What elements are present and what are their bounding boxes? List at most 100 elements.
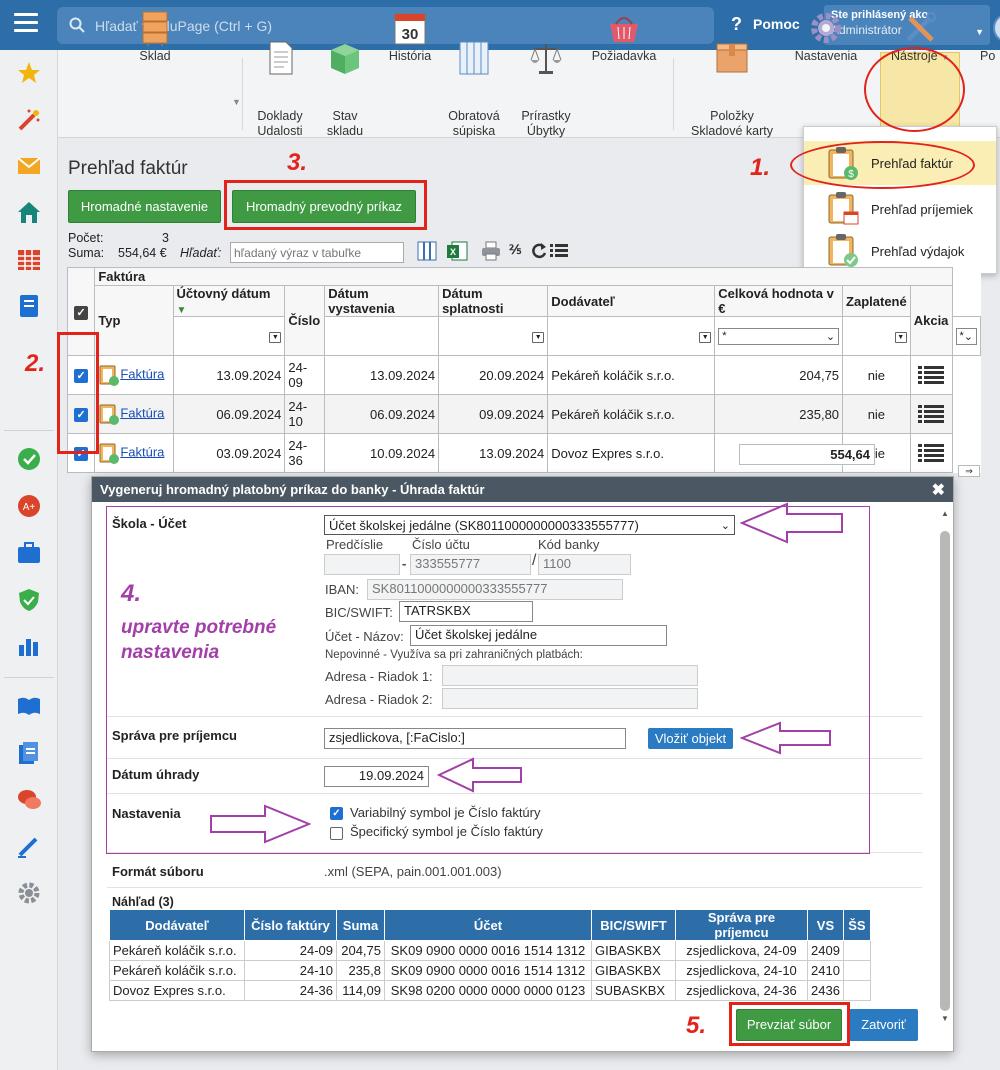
col-zaplatene[interactable]: Zaplatené [842, 285, 911, 317]
col-akcia: Akcia [909, 285, 953, 356]
fraction-icon[interactable]: ⅖ [509, 242, 522, 258]
close-icon[interactable]: ✖ [932, 480, 945, 500]
action-menu-icon[interactable] [917, 443, 945, 463]
toolbar-stav[interactable]: Stav skladu [317, 6, 373, 154]
action-cell[interactable] [909, 394, 953, 434]
close-button[interactable]: Zatvoriť [849, 1009, 918, 1041]
table-row[interactable]: ✓ Faktúra 06.09.2024 24-10 06.09.2024 09… [66, 394, 981, 434]
documents-icon[interactable] [16, 740, 42, 766]
annotation-ellipse-menu [790, 141, 975, 189]
columns-icon[interactable] [416, 240, 438, 262]
list-icon[interactable] [550, 243, 568, 259]
supplier-filter-select[interactable]: * ⌄ [718, 327, 840, 345]
magic-wand-icon[interactable] [16, 107, 42, 133]
col-cislo[interactable]: Číslo [284, 285, 326, 356]
preview-cell: Dovoz Expres s.r.o. [109, 980, 245, 1001]
briefcase-icon[interactable] [16, 540, 42, 566]
toolbar-label: História [388, 49, 432, 63]
col-datum-vystavenia[interactable]: Dátum vystavenia [324, 285, 440, 317]
table-row[interactable]: ✓ Faktúra 13.09.2024 24-09 13.09.2024 20… [66, 355, 981, 395]
type-cell[interactable]: Faktúra [94, 433, 174, 473]
toolbar-sklad[interactable]: Sklad [126, 6, 184, 64]
action-cell[interactable] [909, 433, 953, 473]
expand-icon[interactable]: ⇒ [958, 465, 980, 477]
refresh-icon[interactable] [531, 242, 547, 260]
annotation-settings-frame [106, 506, 870, 854]
invoice-link[interactable]: Faktúra [120, 405, 164, 420]
home-icon[interactable] [16, 200, 42, 226]
invoice-link[interactable]: Faktúra [120, 444, 164, 459]
filter-icon[interactable]: ▼ [269, 331, 282, 343]
filter-cell[interactable]: ▼ [842, 316, 911, 356]
filter-icon[interactable]: ▼ [532, 331, 545, 343]
toolbar-obratova[interactable]: Obratová súpiska [443, 6, 505, 154]
type-cell[interactable]: Faktúra [94, 355, 174, 395]
pen-icon[interactable] [16, 833, 42, 859]
shield-icon[interactable] [16, 587, 42, 613]
timetable-icon[interactable] [16, 247, 42, 273]
toolbar-nastavenia[interactable]: Nastavenia [788, 6, 864, 64]
filter-cell[interactable]: * ⌄ [951, 316, 981, 356]
scrollbar-thumb[interactable] [940, 531, 950, 1011]
toolbar-polozky[interactable]: Položky Skladové karty [684, 6, 780, 154]
paid-filter-select[interactable]: * ⌄ [955, 327, 977, 345]
col-celkova-hodnota[interactable]: Celková hodnota v € [714, 285, 844, 317]
gear-icon[interactable] [16, 880, 42, 906]
action-cell[interactable] [909, 355, 953, 395]
preview-cell: Pekáreň koláčik s.r.o. [109, 960, 245, 981]
hamburger-menu-icon[interactable] [14, 13, 38, 35]
due-date-cell: 09.09.2024 [438, 394, 549, 434]
mail-icon[interactable] [16, 153, 42, 179]
preview-cell: zsjedlickova, 24-09 [675, 940, 808, 961]
select-all-checkbox[interactable]: ✓ [74, 305, 89, 320]
table-search-input[interactable] [230, 242, 404, 263]
action-menu-icon[interactable] [917, 404, 945, 424]
tools-icon [902, 10, 938, 46]
filter-icon[interactable]: ▼ [894, 331, 907, 343]
dialog-scrollbar[interactable]: ▲ ▼ [940, 509, 950, 1023]
scroll-up-icon[interactable]: ▲ [941, 509, 949, 518]
type-cell[interactable]: Faktúra [94, 394, 174, 434]
preview-table: Dodávateľ Číslo faktúry Suma Účet BIC/SW… [109, 909, 871, 1001]
boxes-icon [137, 10, 173, 46]
scroll-down-icon[interactable]: ▼ [941, 1014, 949, 1023]
chat-icon[interactable] [16, 787, 42, 813]
document-icon [262, 40, 298, 76]
filter-cell[interactable]: ▼ [172, 316, 286, 356]
filter-icon[interactable]: ▼ [699, 331, 712, 343]
action-menu-icon[interactable] [917, 365, 945, 385]
filter-cell[interactable]: * ⌄ [714, 316, 844, 356]
col-dodavatel[interactable]: Dodávateľ [547, 285, 716, 317]
toolbar-partial[interactable]: Po [972, 6, 1000, 64]
toolbar-historia[interactable]: 30 História [380, 6, 440, 64]
chevron-down-icon[interactable]: ▼ [232, 97, 241, 107]
book-icon[interactable] [16, 693, 42, 719]
filter-cell[interactable]: ▼ [547, 316, 716, 356]
col-uctovny-datum[interactable]: Účtovný dátum ▼ [172, 285, 286, 317]
menu-item-prehlad-prijemiek[interactable]: Prehľad príjemiek [804, 187, 996, 231]
bulk-settings-button[interactable]: Hromadné nastavenie [68, 190, 221, 223]
toolbar-prirastky[interactable]: Prírastky Úbytky [515, 6, 577, 154]
col-datum-splatnosti[interactable]: Dátum splatnosti [438, 285, 549, 317]
annotation-ellipse-tools [864, 47, 965, 132]
preview-cell: 204,75 [336, 940, 385, 961]
check-badge-icon[interactable] [16, 446, 42, 472]
col-typ[interactable]: Typ [94, 285, 174, 356]
preview-col: ŠS [842, 909, 871, 941]
toolbar-doklady[interactable]: Doklady Udalosti [248, 6, 312, 154]
excel-icon[interactable]: X [446, 240, 468, 262]
preview-cell [842, 980, 871, 1001]
toolbar-poziadavka[interactable]: Požiadavka [585, 6, 663, 64]
notebook-icon[interactable] [16, 293, 42, 319]
star-icon[interactable] [16, 60, 42, 86]
filter-cell[interactable]: ▼ [438, 316, 549, 356]
chevron-down-icon: ⌄ [825, 330, 836, 343]
grade-icon[interactable]: A+ [16, 493, 42, 519]
supplier-cell: Dovoz Expres s.r.o. [547, 433, 716, 473]
invoice-link[interactable]: Faktúra [120, 366, 164, 381]
bar-chart-icon[interactable] [16, 633, 42, 659]
chevron-down-icon: ⌄ [963, 330, 973, 343]
annotation-1: 1. [750, 154, 771, 181]
print-icon[interactable] [480, 240, 502, 262]
dialog-title: Vygeneruj hromadný platobný príkaz do ba… [92, 477, 953, 502]
